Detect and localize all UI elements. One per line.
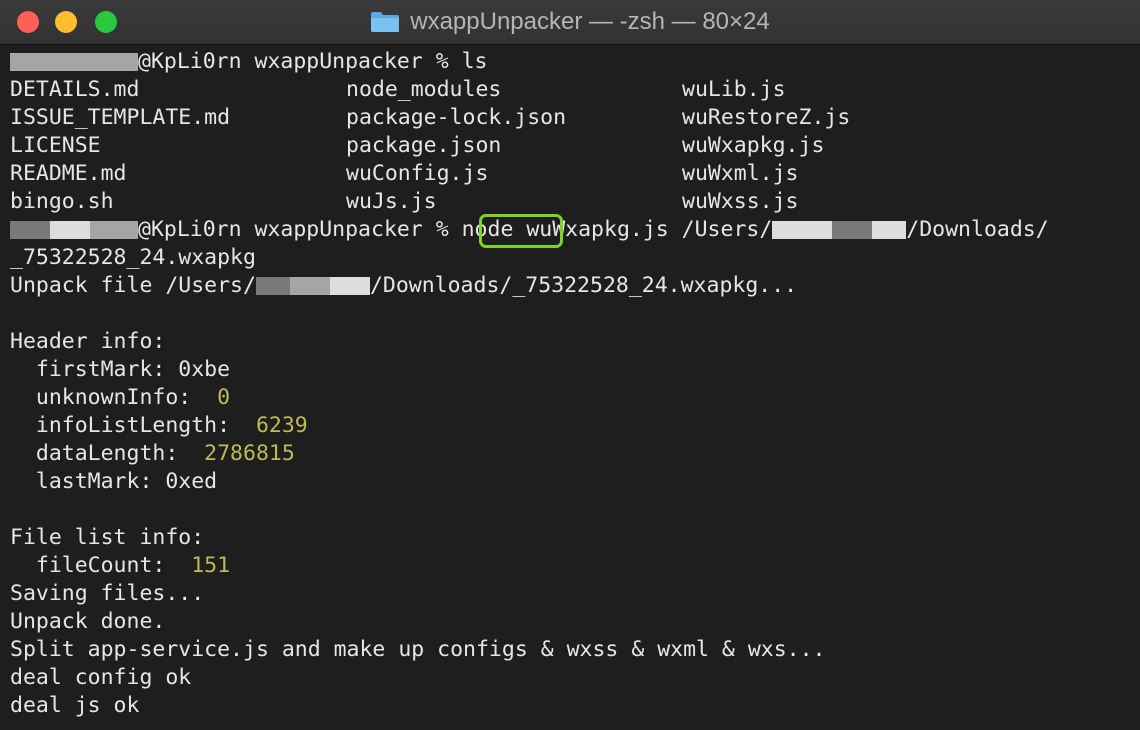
node-highlight-box — [479, 214, 563, 248]
output-line: dataLength: 2786815 — [10, 440, 295, 468]
output-line: File list info: — [10, 525, 205, 550]
unpack-suffix: /Downloads/_75322528_24.wxapkg... — [369, 273, 798, 298]
value: 6239 — [255, 413, 308, 438]
redacted-path — [872, 221, 907, 239]
list-item: README.md — [10, 161, 127, 186]
redacted-username — [90, 221, 138, 239]
output-line: infoListLength: 6239 — [10, 412, 308, 440]
list-item: node_modules — [346, 77, 502, 102]
redacted-path — [329, 277, 370, 295]
prompt-line-1: @KpLi0rn wxappUnpacker % ls — [10, 48, 488, 76]
redacted-username — [10, 53, 138, 71]
title-bar: wxappUnpacker — -zsh — 80×24 — [0, 0, 1140, 45]
list-item: wuLib.js — [682, 77, 786, 102]
output-line: firstMark: 0xbe — [10, 357, 231, 382]
redacted-username — [10, 221, 50, 239]
output-line: Split app-service.js and make up configs… — [10, 637, 826, 662]
list-item: LICENSE — [10, 133, 101, 158]
list-item: bingo.sh — [10, 189, 114, 214]
redacted-path — [255, 277, 290, 295]
list-item: package-lock.json — [346, 105, 567, 130]
unpack-prefix: Unpack file /Users/ — [10, 273, 256, 298]
label: infoListLength: — [10, 413, 256, 438]
output-line: Header info: — [10, 329, 166, 354]
list-item: wuWxml.js — [682, 161, 799, 186]
value: 151 — [191, 553, 231, 578]
output-line: Unpack done. — [10, 609, 166, 634]
output-line: unknownInfo: 0 — [10, 384, 230, 412]
list-item: wuWxapkg.js — [682, 133, 825, 158]
scrollbar[interactable] — [1120, 46, 1140, 730]
redacted-path — [289, 277, 330, 295]
list-item: wuRestoreZ.js — [682, 105, 851, 130]
command-args-tail: /Downloads/ — [906, 217, 1049, 242]
list-item: ISSUE_TEMPLATE.md — [10, 105, 231, 130]
label: dataLength: — [10, 441, 205, 466]
list-item: wuWxss.js — [682, 189, 799, 214]
folder-icon — [371, 12, 400, 32]
prompt-host: @KpLi0rn wxappUnpacker % — [138, 49, 462, 74]
window-title-text: wxappUnpacker — -zsh — 80×24 — [410, 8, 770, 35]
output-line: deal config ok — [10, 665, 192, 690]
output-line: fileCount: 151 — [10, 552, 230, 580]
label: fileCount: — [10, 553, 192, 578]
list-item: package.json — [346, 133, 502, 158]
window-title: wxappUnpacker — -zsh — 80×24 — [0, 0, 1140, 44]
list-item: wuJs.js — [346, 189, 437, 214]
command-ls: ls — [461, 49, 488, 74]
redacted-path — [772, 221, 833, 239]
redacted-username — [50, 221, 90, 239]
output-line: Unpack file /Users/ /Downloads/_75322528_… — [10, 272, 797, 300]
output-line: deal js ok — [10, 693, 140, 718]
terminal-window: wxappUnpacker — -zsh — 80×24 @KpLi0rn wx… — [0, 0, 1140, 730]
terminal-content[interactable]: @KpLi0rn wxappUnpacker % ls DETAILS.md n… — [0, 46, 1120, 730]
output-line: Saving files... — [10, 581, 205, 606]
label: unknownInfo: — [10, 385, 218, 410]
list-item: wuConfig.js — [346, 161, 489, 186]
value: 0 — [217, 385, 231, 410]
output-line: lastMark: 0xed — [10, 469, 218, 494]
list-item: DETAILS.md — [10, 77, 140, 102]
output-line: _75322528_24.wxapkg — [10, 245, 256, 270]
value: 2786815 — [204, 441, 295, 466]
redacted-path — [832, 221, 873, 239]
prompt-host: @KpLi0rn wxappUnpacker % — [138, 217, 462, 242]
